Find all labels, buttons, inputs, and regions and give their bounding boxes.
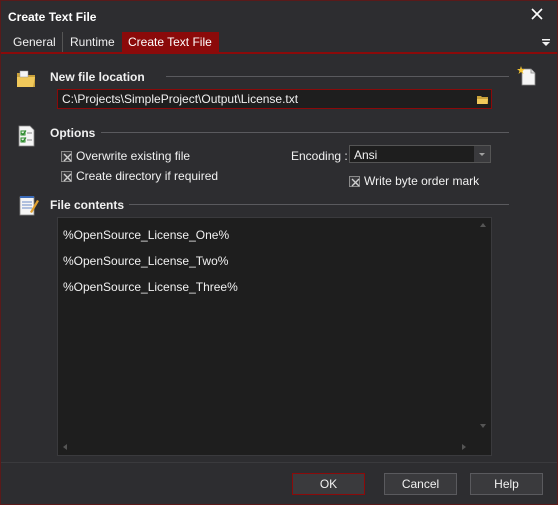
folder-icon [15, 68, 37, 90]
tab-create-text-file[interactable]: Create Text File [122, 32, 219, 52]
content-line: %OpenSource_License_Three% [63, 280, 238, 294]
close-icon[interactable] [529, 7, 545, 23]
tab-strip: General Runtime Create Text File [1, 32, 557, 54]
content-line: %OpenSource_License_One% [63, 228, 230, 242]
section-divider [101, 132, 509, 133]
byte-order-mark-checkbox[interactable]: Write byte order mark [349, 174, 479, 188]
overwrite-checkbox[interactable]: Overwrite existing file [61, 149, 190, 163]
help-button[interactable]: Help [470, 473, 543, 495]
horizontal-scrollbar[interactable] [58, 439, 475, 455]
checkbox-box[interactable] [61, 150, 72, 162]
dialog-window: Create Text File General Runtime Create … [0, 0, 558, 505]
create-directory-label: Create directory if required [76, 169, 219, 183]
dialog-footer: OK Cancel Help [1, 462, 557, 504]
section-title-contents: File contents [50, 198, 125, 212]
file-contents-lines: %OpenSource_License_One% %OpenSource_Lic… [63, 222, 238, 300]
overwrite-label: Overwrite existing file [76, 149, 191, 163]
new-file-icon [516, 65, 538, 87]
window-title: Create Text File [8, 10, 97, 24]
encoding-dropdown[interactable]: Ansi [349, 145, 491, 163]
checkbox-box[interactable] [61, 170, 72, 182]
browse-folder-icon[interactable] [475, 91, 490, 107]
title-bar: Create Text File [1, 1, 557, 33]
notepad-icon [17, 194, 39, 216]
section-title-location: New file location [50, 70, 145, 84]
section-title-options: Options [50, 126, 96, 140]
section-divider [129, 204, 509, 205]
vertical-scrollbar[interactable] [475, 218, 491, 455]
checklist-icon [16, 124, 38, 147]
byte-order-mark-label: Write byte order mark [364, 174, 480, 188]
section-divider [166, 76, 509, 77]
create-directory-checkbox[interactable]: Create directory if required [61, 169, 218, 183]
content-line: %OpenSource_License_Two% [63, 254, 229, 268]
ok-button[interactable]: OK [292, 473, 365, 495]
tab-general[interactable]: General [7, 32, 63, 52]
cancel-button[interactable]: Cancel [384, 473, 457, 495]
chevron-down-icon[interactable] [474, 146, 490, 162]
tab-menu-icon[interactable] [541, 37, 551, 47]
encoding-value: Ansi [354, 148, 378, 162]
tab-runtime[interactable]: Runtime [64, 32, 121, 52]
checkbox-box[interactable] [349, 175, 360, 187]
file-path-input[interactable] [57, 89, 492, 109]
content-panel: New file location C:\Projects\SimpleProj… [1, 56, 557, 461]
file-contents-editor[interactable]: %OpenSource_License_One% %OpenSource_Lic… [57, 217, 492, 456]
encoding-label: Encoding : [291, 149, 348, 163]
